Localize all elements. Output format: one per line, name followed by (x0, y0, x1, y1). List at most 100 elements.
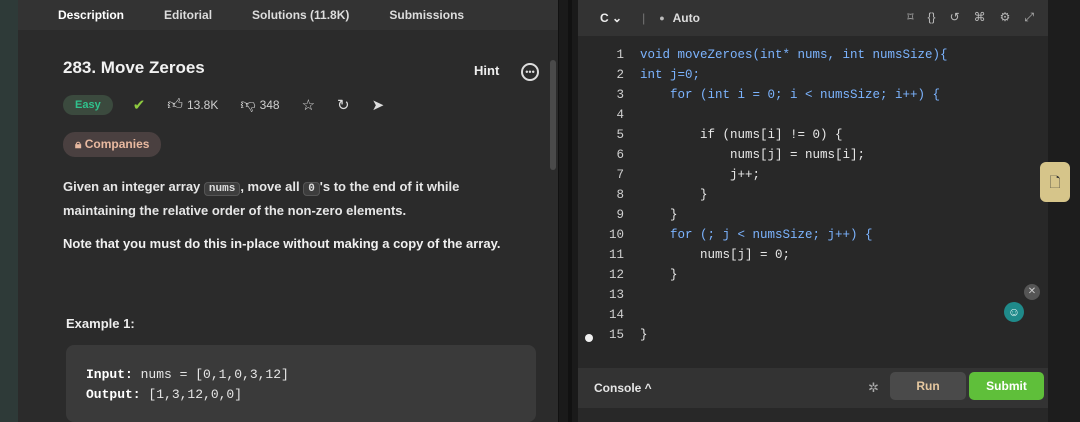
header-divider: | (642, 11, 646, 25)
code-area[interactable]: 1 void moveZeroes(int* nums, int numsSize… (578, 44, 1048, 356)
companies-label: Companies (84, 137, 150, 151)
line-number: 9 (616, 208, 624, 222)
desc-text-1: Given an integer array (63, 179, 204, 194)
shortcut-icon[interactable]: ⌘ (974, 10, 986, 25)
more-options-icon[interactable]: ••• (521, 63, 539, 81)
line-number: 10 (608, 228, 624, 242)
code-line: 13 (578, 288, 640, 308)
problem-tabbar: Description Editorial Solutions (11.8K) … (18, 0, 558, 30)
code-text: j++; (640, 168, 761, 182)
thumbs-up-icon[interactable]: 👍︎ (167, 96, 183, 114)
example-box: Input: nums = [0,1,0,3,12] Output: [1,3,… (66, 345, 536, 422)
code-text: for (int i = 0; i < numsSize; i++) { (640, 88, 941, 102)
line-number: 7 (616, 168, 624, 182)
dislikes-count: 348 (259, 98, 280, 112)
code-line: 1 void moveZeroes(int* nums, int numsSize… (578, 48, 948, 68)
companies-tag[interactable]: 🔒︎ Companies (63, 132, 162, 157)
submit-button[interactable]: Submit (969, 372, 1044, 400)
desc-code-nums: nums (203, 182, 241, 196)
problem-note: Note that you must do this in-place with… (63, 236, 501, 251)
line-number: 12 (608, 268, 624, 282)
status-dot-icon: ● (659, 13, 665, 23)
breakpoint-dot-icon[interactable] (585, 334, 593, 342)
tab-solutions[interactable]: Solutions (11.8K) (252, 8, 349, 22)
code-line: 12 } (578, 268, 678, 288)
refresh-icon[interactable]: ↻ (337, 96, 350, 114)
example-output-label: Output: (86, 387, 141, 402)
problem-description: Given an integer array nums, move all 0 '… (63, 176, 533, 221)
line-number: 2 (616, 68, 624, 82)
difficulty-badge: Easy (63, 95, 113, 115)
panel-splitter[interactable] (568, 0, 572, 422)
language-label: C (600, 11, 609, 25)
code-line: 7 j++; (578, 168, 760, 188)
braces-icon[interactable]: {} (928, 10, 936, 25)
tab-submissions[interactable]: Submissions (389, 8, 464, 22)
reset-icon[interactable]: ↺ (950, 10, 960, 25)
run-button[interactable]: Run (890, 372, 966, 400)
auto-label: Auto (672, 11, 700, 25)
star-icon[interactable]: ☆ (302, 96, 315, 114)
editor-header: C ⌄ | ● Auto ⌑ {} ↺ ⌘ ⚙ ⤢ (578, 0, 1048, 36)
code-text: } (640, 208, 678, 222)
example-input-value: nums = [0,1,0,3,12] (132, 367, 289, 382)
code-text: } (640, 188, 708, 202)
debug-icon[interactable]: ✲ (868, 380, 879, 396)
example-output-value: [1,3,12,0,0] (140, 387, 243, 402)
chevron-down-icon: ⌄ (612, 11, 623, 25)
tab-description[interactable]: Description (58, 8, 124, 22)
console-toggle[interactable]: Console ^ (594, 381, 652, 395)
code-text: int j=0; (640, 68, 701, 82)
code-text: nums[j] = nums[i]; (640, 148, 866, 162)
code-text: for (; j < numsSize; j++) { (640, 228, 873, 242)
code-line: 3 for (int i = 0; i < numsSize; i++) { (578, 88, 940, 108)
example-title: Example 1: (66, 316, 135, 331)
code-line: 6 nums[j] = nums[i]; (578, 148, 865, 168)
code-line: 10 for (; j < numsSize; j++) { (578, 228, 873, 248)
notes-icon[interactable]: 🗋 (1040, 162, 1070, 202)
desc-code-zero: 0 (303, 182, 320, 196)
code-line: 5 if (nums[i] != 0) { (578, 128, 843, 148)
line-number: 13 (608, 288, 624, 302)
right-edge (1048, 0, 1080, 422)
language-select[interactable]: C ⌄ (600, 11, 622, 25)
example-input-label: Input: (86, 367, 133, 382)
code-line: 2 int j=0; (578, 68, 700, 88)
code-editor-panel: C ⌄ | ● Auto ⌑ {} ↺ ⌘ ⚙ ⤢ 1 void moveZero… (578, 0, 1048, 422)
description-scrollbar[interactable] (550, 60, 556, 170)
desc-text-2: , move all (240, 179, 304, 194)
code-text: } (640, 268, 678, 282)
problem-meta-row: Easy ✔ 👍︎ 13.8K 👎︎ 348 ☆ ↻ ➤ (63, 92, 384, 118)
code-line: 14 (578, 308, 640, 328)
code-line: 9 } (578, 208, 678, 228)
settings-icon[interactable]: ⚙ (1000, 10, 1011, 25)
feedback-smiley-icon[interactable]: ☺ (1004, 302, 1024, 322)
hint-button[interactable]: Hint (474, 63, 499, 78)
code-line: 8 } (578, 188, 708, 208)
code-text: } (640, 328, 648, 342)
example-output-line: Output: [1,3,12,0,0] (86, 387, 242, 402)
code-text: void moveZeroes(int* nums, int numsSize)… (640, 48, 948, 62)
code-line: 4 (578, 108, 640, 128)
line-number: 8 (616, 188, 624, 202)
line-number: 6 (616, 148, 624, 162)
code-line: 11 nums[j] = 0; (578, 248, 790, 268)
share-icon[interactable]: ➤ (372, 96, 385, 114)
solved-check-icon: ✔ (132, 97, 146, 114)
bookmark-icon[interactable]: ⌑ (907, 10, 913, 25)
editor-toolbar: ⌑ {} ↺ ⌘ ⚙ ⤢ (907, 10, 1034, 25)
tab-editorial[interactable]: Editorial (164, 8, 212, 22)
close-icon[interactable]: ✕ (1024, 284, 1040, 300)
line-number: 14 (608, 308, 624, 322)
line-number: 3 (616, 88, 624, 102)
line-number: 1 (616, 48, 624, 62)
line-number: 4 (616, 108, 624, 122)
code-text: nums[j] = 0; (640, 248, 791, 262)
thumbs-down-icon[interactable]: 👎︎ (240, 96, 255, 114)
line-number: 11 (608, 248, 624, 262)
expand-icon[interactable]: ⤢ (1024, 10, 1034, 25)
description-panel: Description Editorial Solutions (11.8K) … (18, 0, 559, 422)
lock-icon: 🔒︎ (75, 137, 82, 151)
likes-count: 13.8K (186, 98, 219, 112)
code-text: if (nums[i] != 0) { (640, 128, 843, 142)
